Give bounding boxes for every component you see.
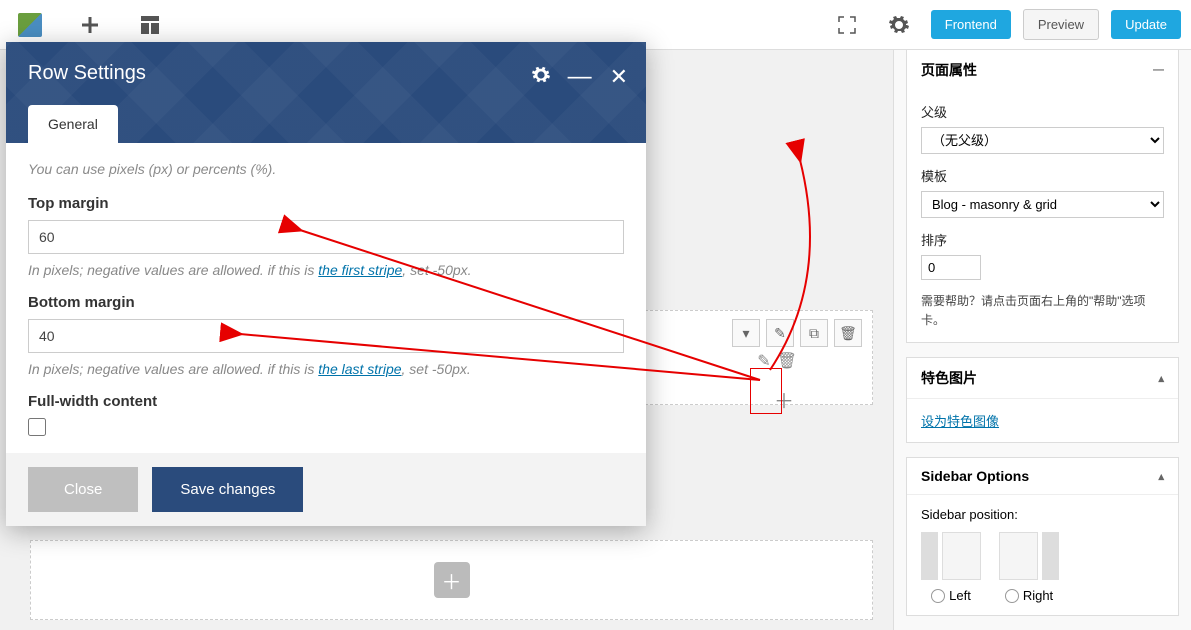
page-attrs-help: 需要帮助？请点击页面右上角的"帮助"选项卡。 [921, 292, 1164, 330]
modal-close-icon[interactable]: ✕ [610, 64, 628, 90]
parent-label: 父级 [921, 102, 1164, 121]
template-label: 模板 [921, 166, 1164, 185]
bottom-margin-help: In pixels; negative values are allowed. … [28, 361, 624, 377]
full-width-checkbox[interactable] [28, 418, 46, 436]
column-delete-icon[interactable]: 🗑 [777, 351, 797, 371]
frontend-button[interactable]: Frontend [931, 10, 1011, 39]
row-settings-modal: Row Settings — ✕ General You can use pix… [6, 42, 646, 526]
tab-general[interactable]: General [28, 105, 118, 143]
update-button[interactable]: Update [1111, 10, 1181, 39]
top-margin-label: Top margin [28, 195, 624, 212]
order-input[interactable] [921, 255, 981, 280]
panel-toggle-icon[interactable]: ▴ [1158, 470, 1164, 483]
panel-title-featured-image: 特色图片 [921, 368, 977, 388]
last-stripe-link[interactable]: the last stripe [318, 361, 401, 377]
full-width-label: Full-width content [28, 393, 624, 410]
template-select[interactable]: Blog - masonry & grid [921, 191, 1164, 218]
add-element-plus-icon[interactable]: ＋ [774, 385, 794, 414]
panel-title-page-attrs: 页面属性 [921, 60, 977, 80]
add-block-button[interactable]: ＋ [434, 562, 470, 598]
panel-toggle-icon[interactable]: — [1153, 64, 1164, 76]
expand-icon[interactable] [827, 5, 867, 45]
top-margin-input[interactable] [28, 220, 624, 254]
column-edit-icon[interactable]: ✎ [757, 351, 770, 371]
sidebar-left-preview[interactable] [921, 532, 981, 580]
row-clone-button[interactable]: ⧉ [800, 319, 828, 347]
sidebar-left-radio[interactable]: Left [931, 588, 971, 603]
bottom-margin-label: Bottom margin [28, 294, 624, 311]
vc-logo[interactable] [10, 5, 50, 45]
settings-gear-icon[interactable] [879, 5, 919, 45]
modal-save-button[interactable]: Save changes [152, 467, 303, 512]
sidebar-position-label: Sidebar position: [921, 507, 1164, 522]
first-stripe-link[interactable]: the first stripe [318, 262, 402, 278]
sidebar-right-radio[interactable]: Right [1005, 588, 1053, 603]
modal-minimize-icon[interactable]: — [568, 73, 592, 81]
parent-select[interactable]: （无父级） [921, 127, 1164, 154]
preview-button[interactable]: Preview [1023, 9, 1099, 40]
set-featured-image-link[interactable]: 设为特色图像 [921, 414, 999, 429]
order-label: 排序 [921, 230, 1164, 249]
row-edit-button[interactable]: ✎ [766, 319, 794, 347]
sidebar-right-preview[interactable] [999, 532, 1059, 580]
bottom-margin-input[interactable] [28, 319, 624, 353]
builder-row-empty[interactable]: ＋ [30, 540, 873, 620]
row-dropdown-button[interactable]: ▾ [732, 319, 760, 347]
row-delete-button[interactable]: 🗑 [834, 319, 862, 347]
template-icon[interactable] [130, 5, 170, 45]
modal-close-button[interactable]: Close [28, 467, 138, 512]
panel-title-sidebar-options: Sidebar Options [921, 468, 1029, 484]
modal-gear-icon[interactable] [532, 66, 550, 89]
top-margin-help: In pixels; negative values are allowed. … [28, 262, 624, 278]
panel-toggle-icon[interactable]: ▴ [1158, 372, 1164, 385]
hint-text: You can use pixels (px) or percents (%). [28, 161, 624, 177]
add-element-icon[interactable] [70, 5, 110, 45]
